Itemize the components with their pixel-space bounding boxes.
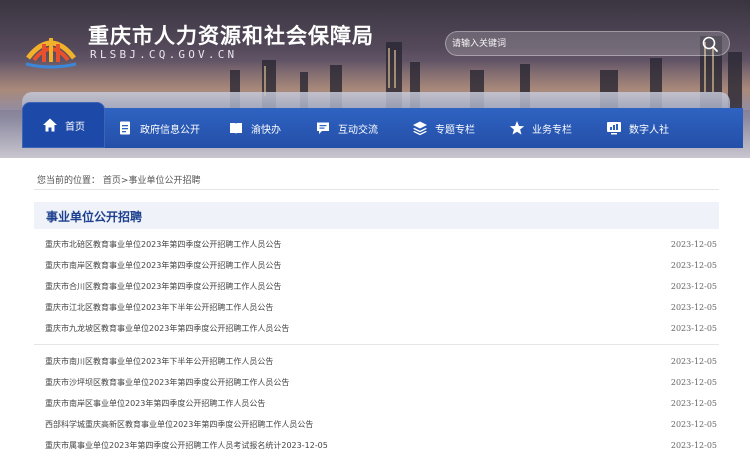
section-header: 事业单位公开招聘: [34, 202, 719, 229]
list-item-title[interactable]: 重庆市南岸区事业单位2023年第四季度公开招聘工作人员公告: [45, 398, 265, 409]
search-input[interactable]: [452, 35, 692, 53]
breadcrumb-prefix: 您当前的位置：: [37, 176, 101, 186]
nav-label: 渝快办: [251, 124, 281, 136]
breadcrumb: 您当前的位置： 首页>事业单位公开招聘: [37, 173, 200, 186]
nav-item-interaction[interactable]: 互动交流: [305, 108, 388, 148]
chat-icon: [317, 122, 329, 134]
nav-item-yukuaiban[interactable]: 渝快办: [218, 108, 291, 148]
search-icon[interactable]: [701, 35, 719, 53]
nav-label: 首页: [65, 121, 85, 133]
list-item-date: 2023-12-05: [670, 357, 717, 366]
announcement-list: 重庆市南川区教育事业单位2023年下半年公开招聘工作人员公告 2023-12-05…: [34, 351, 719, 456]
nav-item-topics[interactable]: 专题专栏: [402, 108, 485, 148]
nav-item-digital[interactable]: 数字人社: [596, 108, 679, 148]
search-box: [445, 31, 730, 56]
list-item[interactable]: 重庆市南川区教育事业单位2023年下半年公开招聘工作人员公告 2023-12-05: [34, 351, 719, 372]
site-domain: RLSBJ.CQ.GOV.CN: [90, 48, 238, 61]
list-item-date: 2023-12-05: [670, 282, 717, 291]
star-icon: [509, 121, 525, 135]
chart-monitor-icon: [607, 122, 621, 135]
site-title: 重庆市人力资源和社会保障局: [88, 24, 374, 48]
list-item-date: 2023-12-05: [670, 240, 717, 249]
list-item-title[interactable]: 重庆市江北区教育事业单位2023年下半年公开招聘工作人员公告: [45, 302, 273, 313]
document-icon: [120, 121, 130, 135]
bureau-logo-icon: [25, 38, 77, 69]
breadcrumb-current-link[interactable]: 事业单位公开招聘: [128, 176, 200, 186]
list-item-date: 2023-12-05: [670, 261, 717, 270]
list-item-date: 2023-12-05: [670, 324, 717, 333]
list-item[interactable]: 西部科学城重庆高新区教育事业单位2023年第四季度公开招聘工作人员公告 2023-…: [34, 414, 719, 435]
home-icon: [43, 118, 57, 132]
list-item[interactable]: 重庆市沙坪坝区教育事业单位2023年第四季度公开招聘工作人员公告 2023-12-…: [34, 372, 719, 393]
list-item[interactable]: 重庆市九龙坡区教育事业单位2023年第四季度公开招聘工作人员公告 2023-12-…: [34, 318, 719, 339]
layers-icon: [413, 121, 427, 136]
list-item-title[interactable]: 重庆市北碚区教育事业单位2023年第四季度公开招聘工作人员公告: [45, 239, 281, 250]
section-title: 事业单位公开招聘: [46, 210, 143, 224]
nav-label: 专题专栏: [435, 124, 475, 136]
divider: [34, 189, 719, 190]
list-item-title[interactable]: 重庆市南岸区教育事业单位2023年第四季度公开招聘工作人员公告: [45, 260, 281, 271]
list-item-title[interactable]: 重庆市属事业单位2023年第四季度公开招聘工作人员考试报名统计2023-12-0…: [45, 440, 328, 451]
list-item-title[interactable]: 重庆市合川区教育事业单位2023年第四季度公开招聘工作人员公告: [45, 281, 281, 292]
list-item-date: 2023-12-05: [670, 399, 717, 408]
list-item[interactable]: 重庆市南岸区事业单位2023年第四季度公开招聘工作人员公告 2023-12-05: [34, 393, 719, 414]
list-item-date: 2023-12-05: [670, 420, 717, 429]
announcement-list: 重庆市北碚区教育事业单位2023年第四季度公开招聘工作人员公告 2023-12-0…: [34, 234, 719, 339]
nav-label: 业务专栏: [532, 124, 572, 136]
list-item[interactable]: 重庆市北碚区教育事业单位2023年第四季度公开招聘工作人员公告 2023-12-0…: [34, 234, 719, 255]
list-item-date: 2023-12-05: [670, 303, 717, 312]
main-nav: 首页 政府信息公开 渝快办 互动交流 专题专栏 业务专栏 数字人社: [22, 102, 743, 148]
list-item-title[interactable]: 重庆市南川区教育事业单位2023年下半年公开招聘工作人员公告: [45, 356, 273, 367]
nav-item-gov-info[interactable]: 政府信息公开: [107, 108, 210, 148]
nav-item-business[interactable]: 业务专栏: [499, 108, 582, 148]
breadcrumb-home-link[interactable]: 首页: [103, 176, 121, 186]
list-item[interactable]: 重庆市江北区教育事业单位2023年下半年公开招聘工作人员公告 2023-12-05: [34, 297, 719, 318]
list-item-title[interactable]: 重庆市九龙坡区教育事业单位2023年第四季度公开招聘工作人员公告: [45, 323, 289, 334]
list-item[interactable]: 重庆市合川区教育事业单位2023年第四季度公开招聘工作人员公告 2023-12-0…: [34, 276, 719, 297]
list-item[interactable]: 重庆市南岸区教育事业单位2023年第四季度公开招聘工作人员公告 2023-12-0…: [34, 255, 719, 276]
list-item-date: 2023-12-05: [670, 441, 717, 450]
list-item-title[interactable]: 重庆市沙坪坝区教育事业单位2023年第四季度公开招聘工作人员公告: [45, 377, 289, 388]
nav-label: 政府信息公开: [140, 124, 200, 136]
list-divider: [34, 344, 719, 345]
list-item[interactable]: 重庆市属事业单位2023年第四季度公开招聘工作人员考试报名统计2023-12-0…: [34, 435, 719, 456]
list-item-date: 2023-12-05: [670, 378, 717, 387]
nav-item-home[interactable]: 首页: [22, 102, 105, 148]
nav-label: 互动交流: [338, 124, 378, 136]
nav-label: 数字人社: [629, 124, 669, 136]
book-icon: [230, 123, 242, 134]
list-item-title[interactable]: 西部科学城重庆高新区教育事业单位2023年第四季度公开招聘工作人员公告: [45, 419, 313, 430]
